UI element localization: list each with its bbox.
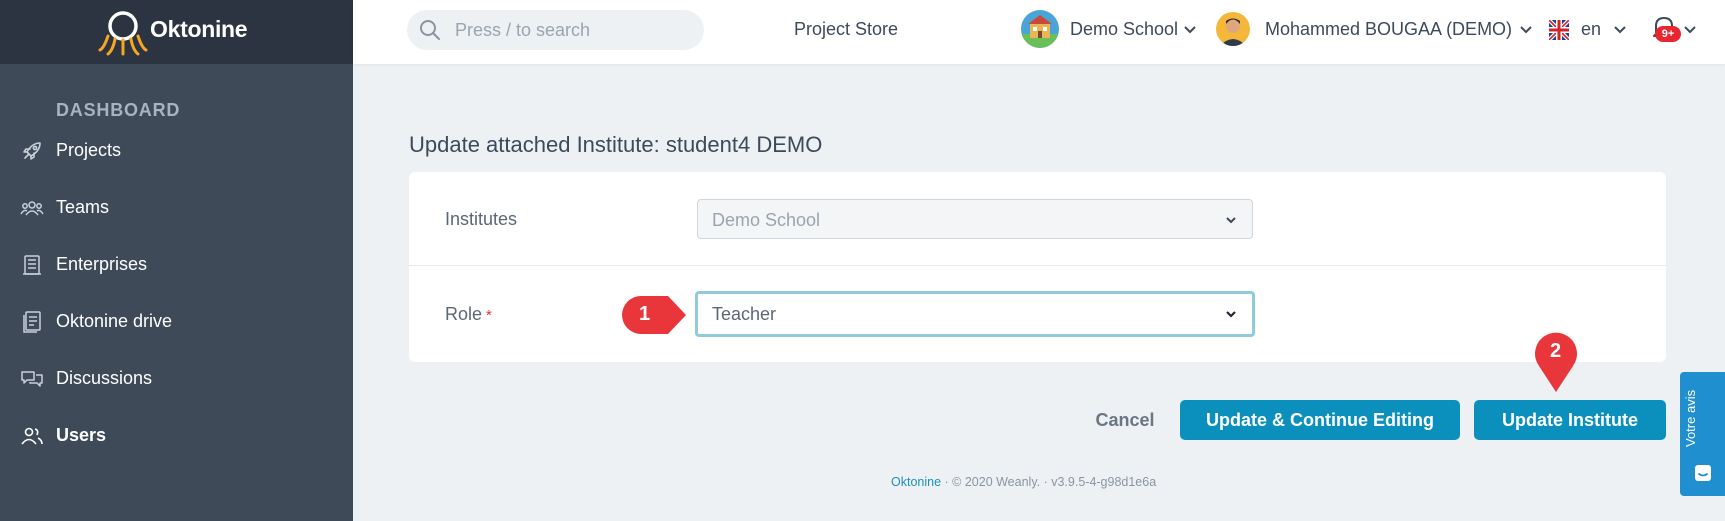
institute-form-card: Institutes Demo School Role * Teacher: [409, 172, 1666, 362]
language-switcher[interactable]: en: [1581, 19, 1601, 40]
sidebar-item-enterprises[interactable]: Enterprises: [0, 241, 353, 289]
page-title: Update attached Institute: student4 DEMO: [409, 132, 823, 157]
chevron-down-icon: [1226, 311, 1236, 318]
school-switcher[interactable]: Demo School: [1070, 19, 1178, 40]
role-label-text: Role: [445, 304, 483, 324]
footer-brand-link[interactable]: Oktonine: [891, 475, 941, 489]
update-institute-button[interactable]: Update Institute: [1474, 400, 1666, 440]
feedback-label: Votre avis: [1683, 389, 1698, 447]
avatar[interactable]: [1216, 12, 1250, 46]
sidebar-item-label: Projects: [56, 140, 122, 160]
chat-bubble-icon: [1695, 465, 1711, 481]
sidebar: Oktonine DASHBOARD Projects Teams Enterp…: [0, 0, 353, 521]
brand-bar[interactable]: Oktonine: [0, 0, 353, 64]
sidebar-item-label: Discussions: [56, 368, 153, 388]
notification-badge: 9+: [1655, 26, 1681, 42]
sidebar-item-label: Enterprises: [56, 254, 148, 274]
required-mark: *: [486, 307, 492, 324]
update-continue-button[interactable]: Update & Continue Editing: [1180, 400, 1460, 440]
sidebar-item-label: Users: [56, 425, 107, 445]
uk-flag-icon[interactable]: [1549, 20, 1569, 40]
chevron-down-icon: [1226, 217, 1236, 224]
brand-name: Oktonine: [150, 16, 248, 42]
row-divider: [409, 265, 1666, 266]
sidebar-item-projects[interactable]: Projects: [0, 127, 353, 175]
search-icon: [420, 20, 440, 40]
chevron-down-icon[interactable]: [1519, 23, 1533, 37]
sidebar-item-drive[interactable]: Oktonine drive: [0, 298, 353, 346]
callout-arrow-icon: [622, 296, 686, 334]
institutes-select: Demo School: [697, 199, 1253, 239]
chevron-down-icon[interactable]: [1183, 23, 1197, 37]
feedback-tab[interactable]: Votre avis: [1680, 372, 1725, 496]
institutes-value: Demo School: [712, 210, 821, 230]
search-input[interactable]: [455, 19, 695, 41]
sidebar-item-teams[interactable]: Teams: [0, 184, 353, 232]
footer-copyright: · © 2020 Weanly. · v3.9.5-4-g98d1e6a: [944, 475, 1157, 489]
rocket-icon: [23, 142, 41, 160]
search-box[interactable]: [407, 10, 704, 50]
sidebar-item-users[interactable]: Users: [0, 412, 353, 460]
school-building-icon: [1021, 15, 1059, 48]
sidebar-item-label: Oktonine drive: [56, 311, 173, 331]
role-label: Role *: [445, 304, 492, 325]
users-icon: [21, 427, 43, 445]
callout-number: 1: [639, 303, 651, 325]
callout-number: 2: [1550, 340, 1562, 362]
user-portrait-icon: [1220, 18, 1246, 46]
role-value: Teacher: [712, 304, 777, 324]
institutes-label: Institutes: [445, 209, 518, 229]
project-store-link[interactable]: Project Store: [794, 19, 898, 40]
drive-icon: [23, 311, 41, 333]
cancel-button[interactable]: Cancel: [1085, 400, 1165, 440]
octopus-logo-icon: [98, 11, 148, 56]
role-select[interactable]: Teacher: [695, 291, 1255, 337]
footer: Oktonine · © 2020 Weanly. · v3.9.5-4-g98…: [891, 475, 1156, 489]
sidebar-item-discussions[interactable]: Discussions: [0, 355, 353, 403]
chevron-down-icon[interactable]: [1613, 23, 1627, 37]
school-avatar[interactable]: [1021, 10, 1059, 48]
top-bar: Project Store Demo School Mohammed BOUGA…: [353, 0, 1725, 64]
chat-icon: [21, 371, 43, 387]
building-icon: [23, 255, 41, 275]
dashboard-section-label: DASHBOARD: [56, 100, 181, 120]
sidebar-item-label: Teams: [56, 197, 110, 217]
user-menu[interactable]: Mohammed BOUGAA (DEMO): [1265, 19, 1512, 40]
callout-marker-2: 2: [1529, 328, 1583, 394]
chevron-down-icon[interactable]: [1683, 23, 1697, 37]
team-icon: [20, 201, 44, 216]
callout-marker-1: 1: [618, 292, 690, 338]
